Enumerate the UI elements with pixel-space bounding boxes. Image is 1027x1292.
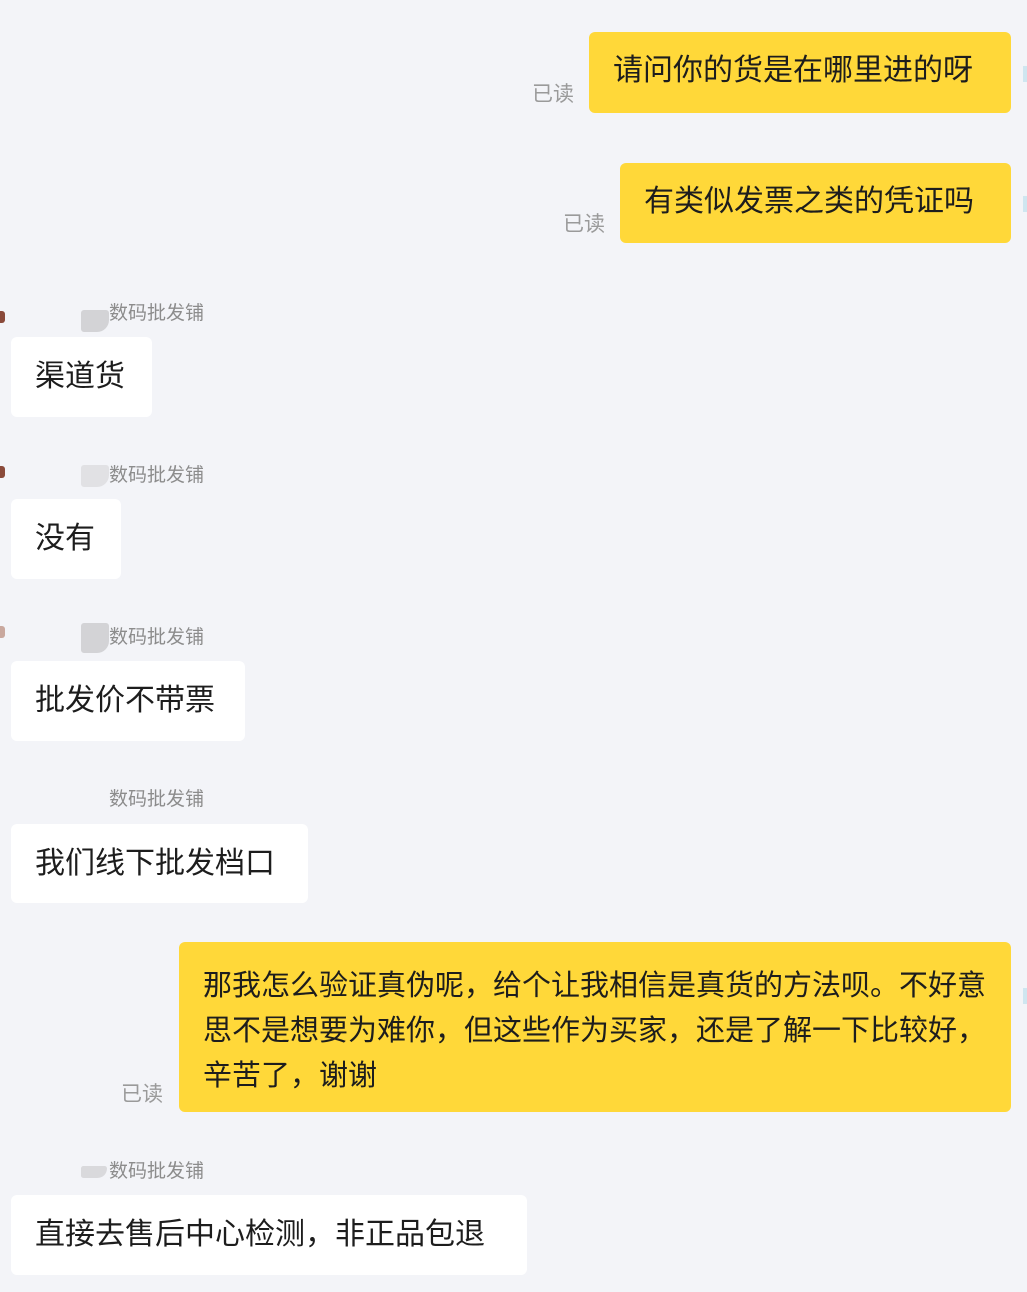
scroll-edge: [1023, 196, 1027, 212]
avatar-edge: [0, 626, 5, 638]
avatar-edge: [0, 311, 5, 323]
message-bubble[interactable]: 有类似发票之类的凭证吗: [620, 163, 1011, 243]
read-receipt: 已读: [563, 212, 605, 236]
message-bubble[interactable]: 渠道货: [11, 337, 152, 417]
message-bubble[interactable]: 请问你的货是在哪里进的呀: [589, 32, 1011, 113]
avatar[interactable]: [81, 1166, 107, 1178]
sender-name: 数码批发铺: [109, 464, 205, 486]
message-bubble[interactable]: 没有: [11, 499, 121, 579]
message-bubble[interactable]: 批发价不带票: [11, 661, 245, 741]
read-receipt: 已读: [532, 82, 574, 106]
read-receipt: 已读: [121, 1082, 163, 1106]
message-bubble[interactable]: 那我怎么验证真伪呢，给个让我相信是真货的方法呗。不好意思不是想要为难你，但这些作…: [179, 942, 1011, 1112]
sender-name: 数码批发铺: [109, 626, 205, 648]
avatar[interactable]: [81, 310, 109, 332]
scroll-edge: [1023, 66, 1027, 82]
sender-name: 数码批发铺: [109, 302, 205, 324]
avatar[interactable]: [81, 465, 109, 487]
sender-name: 数码批发铺: [109, 1160, 205, 1182]
sender-name: 数码批发铺: [109, 788, 205, 810]
avatar[interactable]: [81, 623, 109, 653]
message-bubble[interactable]: 直接去售后中心检测，非正品包退: [11, 1195, 527, 1275]
scroll-edge: [1023, 988, 1027, 1004]
message-bubble[interactable]: 我们线下批发档口: [11, 824, 308, 903]
avatar-edge: [0, 466, 5, 478]
